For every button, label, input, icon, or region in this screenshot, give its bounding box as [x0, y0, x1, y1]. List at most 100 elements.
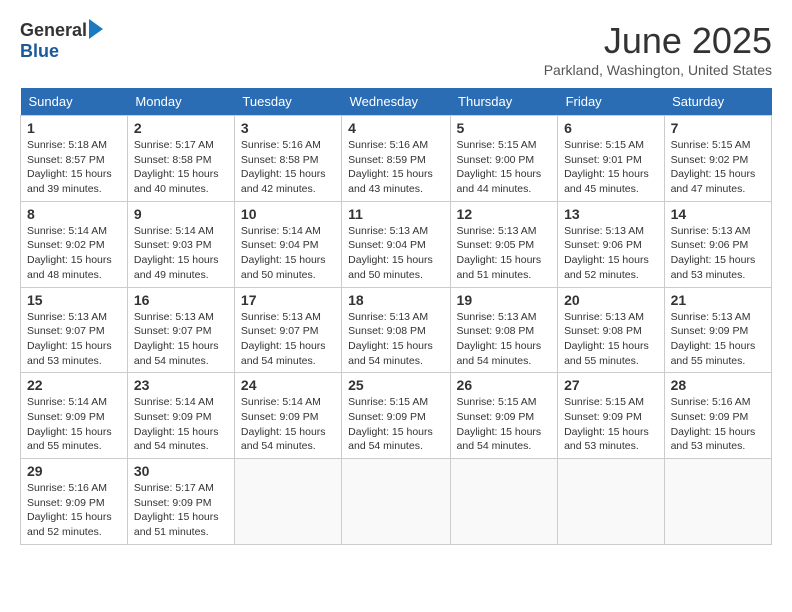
day-number: 22	[27, 377, 121, 393]
day-number: 23	[134, 377, 228, 393]
weekday-header-row: SundayMondayTuesdayWednesdayThursdayFrid…	[21, 88, 772, 116]
calendar-day-cell: 5 Sunrise: 5:15 AM Sunset: 9:00 PM Dayli…	[450, 116, 558, 202]
calendar-day-cell: 10 Sunrise: 5:14 AM Sunset: 9:04 PM Dayl…	[234, 201, 341, 287]
calendar-day-cell: 26 Sunrise: 5:15 AM Sunset: 9:09 PM Dayl…	[450, 373, 558, 459]
day-number: 18	[348, 292, 443, 308]
weekday-header: Sunday	[21, 88, 128, 116]
month-title: June 2025	[544, 20, 772, 62]
calendar-day-cell: 27 Sunrise: 5:15 AM Sunset: 9:09 PM Dayl…	[558, 373, 665, 459]
day-info: Sunrise: 5:15 AM Sunset: 9:02 PM Dayligh…	[671, 138, 765, 197]
calendar-day-cell: 12 Sunrise: 5:13 AM Sunset: 9:05 PM Dayl…	[450, 201, 558, 287]
calendar-week-row: 1 Sunrise: 5:18 AM Sunset: 8:57 PM Dayli…	[21, 116, 772, 202]
day-number: 4	[348, 120, 443, 136]
day-info: Sunrise: 5:13 AM Sunset: 9:04 PM Dayligh…	[348, 224, 443, 283]
calendar-day-cell	[558, 459, 665, 545]
day-info: Sunrise: 5:13 AM Sunset: 9:07 PM Dayligh…	[27, 310, 121, 369]
calendar-day-cell: 4 Sunrise: 5:16 AM Sunset: 8:59 PM Dayli…	[342, 116, 450, 202]
calendar-day-cell: 25 Sunrise: 5:15 AM Sunset: 9:09 PM Dayl…	[342, 373, 450, 459]
calendar-day-cell: 17 Sunrise: 5:13 AM Sunset: 9:07 PM Dayl…	[234, 287, 341, 373]
calendar-day-cell: 19 Sunrise: 5:13 AM Sunset: 9:08 PM Dayl…	[450, 287, 558, 373]
calendar-day-cell: 13 Sunrise: 5:13 AM Sunset: 9:06 PM Dayl…	[558, 201, 665, 287]
day-info: Sunrise: 5:13 AM Sunset: 9:05 PM Dayligh…	[457, 224, 552, 283]
day-info: Sunrise: 5:16 AM Sunset: 9:09 PM Dayligh…	[27, 481, 121, 540]
day-info: Sunrise: 5:15 AM Sunset: 9:09 PM Dayligh…	[348, 395, 443, 454]
day-number: 8	[27, 206, 121, 222]
day-info: Sunrise: 5:13 AM Sunset: 9:07 PM Dayligh…	[134, 310, 228, 369]
day-number: 1	[27, 120, 121, 136]
day-number: 29	[27, 463, 121, 479]
calendar-week-row: 15 Sunrise: 5:13 AM Sunset: 9:07 PM Dayl…	[21, 287, 772, 373]
day-number: 20	[564, 292, 658, 308]
calendar-day-cell: 16 Sunrise: 5:13 AM Sunset: 9:07 PM Dayl…	[127, 287, 234, 373]
location: Parkland, Washington, United States	[544, 62, 772, 78]
calendar-day-cell: 1 Sunrise: 5:18 AM Sunset: 8:57 PM Dayli…	[21, 116, 128, 202]
day-info: Sunrise: 5:14 AM Sunset: 9:03 PM Dayligh…	[134, 224, 228, 283]
calendar-day-cell: 7 Sunrise: 5:15 AM Sunset: 9:02 PM Dayli…	[664, 116, 771, 202]
weekday-header: Tuesday	[234, 88, 341, 116]
calendar-day-cell: 28 Sunrise: 5:16 AM Sunset: 9:09 PM Dayl…	[664, 373, 771, 459]
calendar-week-row: 29 Sunrise: 5:16 AM Sunset: 9:09 PM Dayl…	[21, 459, 772, 545]
day-info: Sunrise: 5:14 AM Sunset: 9:02 PM Dayligh…	[27, 224, 121, 283]
calendar-day-cell: 18 Sunrise: 5:13 AM Sunset: 9:08 PM Dayl…	[342, 287, 450, 373]
weekday-header: Saturday	[664, 88, 771, 116]
day-number: 13	[564, 206, 658, 222]
day-number: 15	[27, 292, 121, 308]
logo-general: General	[20, 20, 87, 41]
calendar-day-cell: 11 Sunrise: 5:13 AM Sunset: 9:04 PM Dayl…	[342, 201, 450, 287]
calendar-day-cell: 21 Sunrise: 5:13 AM Sunset: 9:09 PM Dayl…	[664, 287, 771, 373]
day-number: 24	[241, 377, 335, 393]
day-info: Sunrise: 5:13 AM Sunset: 9:08 PM Dayligh…	[348, 310, 443, 369]
day-info: Sunrise: 5:13 AM Sunset: 9:06 PM Dayligh…	[564, 224, 658, 283]
calendar-day-cell: 14 Sunrise: 5:13 AM Sunset: 9:06 PM Dayl…	[664, 201, 771, 287]
calendar-day-cell: 8 Sunrise: 5:14 AM Sunset: 9:02 PM Dayli…	[21, 201, 128, 287]
weekday-header: Friday	[558, 88, 665, 116]
calendar-day-cell: 20 Sunrise: 5:13 AM Sunset: 9:08 PM Dayl…	[558, 287, 665, 373]
day-info: Sunrise: 5:16 AM Sunset: 8:59 PM Dayligh…	[348, 138, 443, 197]
calendar-table: SundayMondayTuesdayWednesdayThursdayFrid…	[20, 88, 772, 545]
day-info: Sunrise: 5:14 AM Sunset: 9:09 PM Dayligh…	[27, 395, 121, 454]
calendar-day-cell: 24 Sunrise: 5:14 AM Sunset: 9:09 PM Dayl…	[234, 373, 341, 459]
day-info: Sunrise: 5:13 AM Sunset: 9:08 PM Dayligh…	[457, 310, 552, 369]
day-info: Sunrise: 5:13 AM Sunset: 9:09 PM Dayligh…	[671, 310, 765, 369]
day-info: Sunrise: 5:13 AM Sunset: 9:07 PM Dayligh…	[241, 310, 335, 369]
day-number: 27	[564, 377, 658, 393]
calendar-day-cell: 29 Sunrise: 5:16 AM Sunset: 9:09 PM Dayl…	[21, 459, 128, 545]
day-number: 11	[348, 206, 443, 222]
day-number: 7	[671, 120, 765, 136]
day-info: Sunrise: 5:14 AM Sunset: 9:04 PM Dayligh…	[241, 224, 335, 283]
day-number: 16	[134, 292, 228, 308]
day-number: 12	[457, 206, 552, 222]
day-info: Sunrise: 5:13 AM Sunset: 9:08 PM Dayligh…	[564, 310, 658, 369]
calendar-day-cell	[664, 459, 771, 545]
day-number: 19	[457, 292, 552, 308]
calendar-week-row: 8 Sunrise: 5:14 AM Sunset: 9:02 PM Dayli…	[21, 201, 772, 287]
day-number: 25	[348, 377, 443, 393]
day-number: 21	[671, 292, 765, 308]
day-number: 10	[241, 206, 335, 222]
calendar-day-cell: 30 Sunrise: 5:17 AM Sunset: 9:09 PM Dayl…	[127, 459, 234, 545]
calendar-day-cell: 3 Sunrise: 5:16 AM Sunset: 8:58 PM Dayli…	[234, 116, 341, 202]
title-block: June 2025 Parkland, Washington, United S…	[544, 20, 772, 78]
day-info: Sunrise: 5:14 AM Sunset: 9:09 PM Dayligh…	[134, 395, 228, 454]
calendar-day-cell: 6 Sunrise: 5:15 AM Sunset: 9:01 PM Dayli…	[558, 116, 665, 202]
day-number: 6	[564, 120, 658, 136]
day-number: 17	[241, 292, 335, 308]
logo: General Blue	[20, 20, 103, 62]
calendar-day-cell: 9 Sunrise: 5:14 AM Sunset: 9:03 PM Dayli…	[127, 201, 234, 287]
day-info: Sunrise: 5:14 AM Sunset: 9:09 PM Dayligh…	[241, 395, 335, 454]
calendar-day-cell: 23 Sunrise: 5:14 AM Sunset: 9:09 PM Dayl…	[127, 373, 234, 459]
day-number: 14	[671, 206, 765, 222]
calendar-day-cell: 2 Sunrise: 5:17 AM Sunset: 8:58 PM Dayli…	[127, 116, 234, 202]
day-info: Sunrise: 5:17 AM Sunset: 9:09 PM Dayligh…	[134, 481, 228, 540]
day-info: Sunrise: 5:13 AM Sunset: 9:06 PM Dayligh…	[671, 224, 765, 283]
day-info: Sunrise: 5:15 AM Sunset: 9:00 PM Dayligh…	[457, 138, 552, 197]
day-number: 3	[241, 120, 335, 136]
day-number: 30	[134, 463, 228, 479]
page-header: General Blue June 2025 Parkland, Washing…	[20, 20, 772, 78]
logo-arrow-icon	[89, 19, 103, 39]
calendar-day-cell	[450, 459, 558, 545]
weekday-header: Wednesday	[342, 88, 450, 116]
day-number: 2	[134, 120, 228, 136]
calendar-day-cell	[342, 459, 450, 545]
day-number: 9	[134, 206, 228, 222]
